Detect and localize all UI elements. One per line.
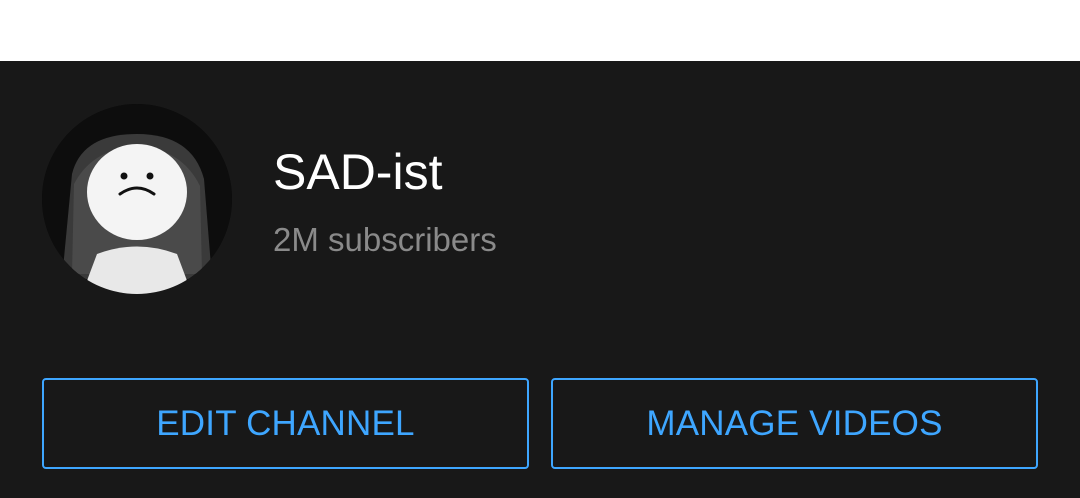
edit-channel-button[interactable]: EDIT CHANNEL	[42, 378, 529, 469]
subscriber-count: 2M subscribers	[273, 221, 497, 258]
avatar-image	[42, 104, 232, 294]
top-bar	[0, 0, 1080, 61]
channel-name: SAD-ist	[273, 144, 443, 200]
manage-videos-button[interactable]: MANAGE VIDEOS	[551, 378, 1038, 469]
channel-avatar[interactable]	[42, 104, 232, 294]
